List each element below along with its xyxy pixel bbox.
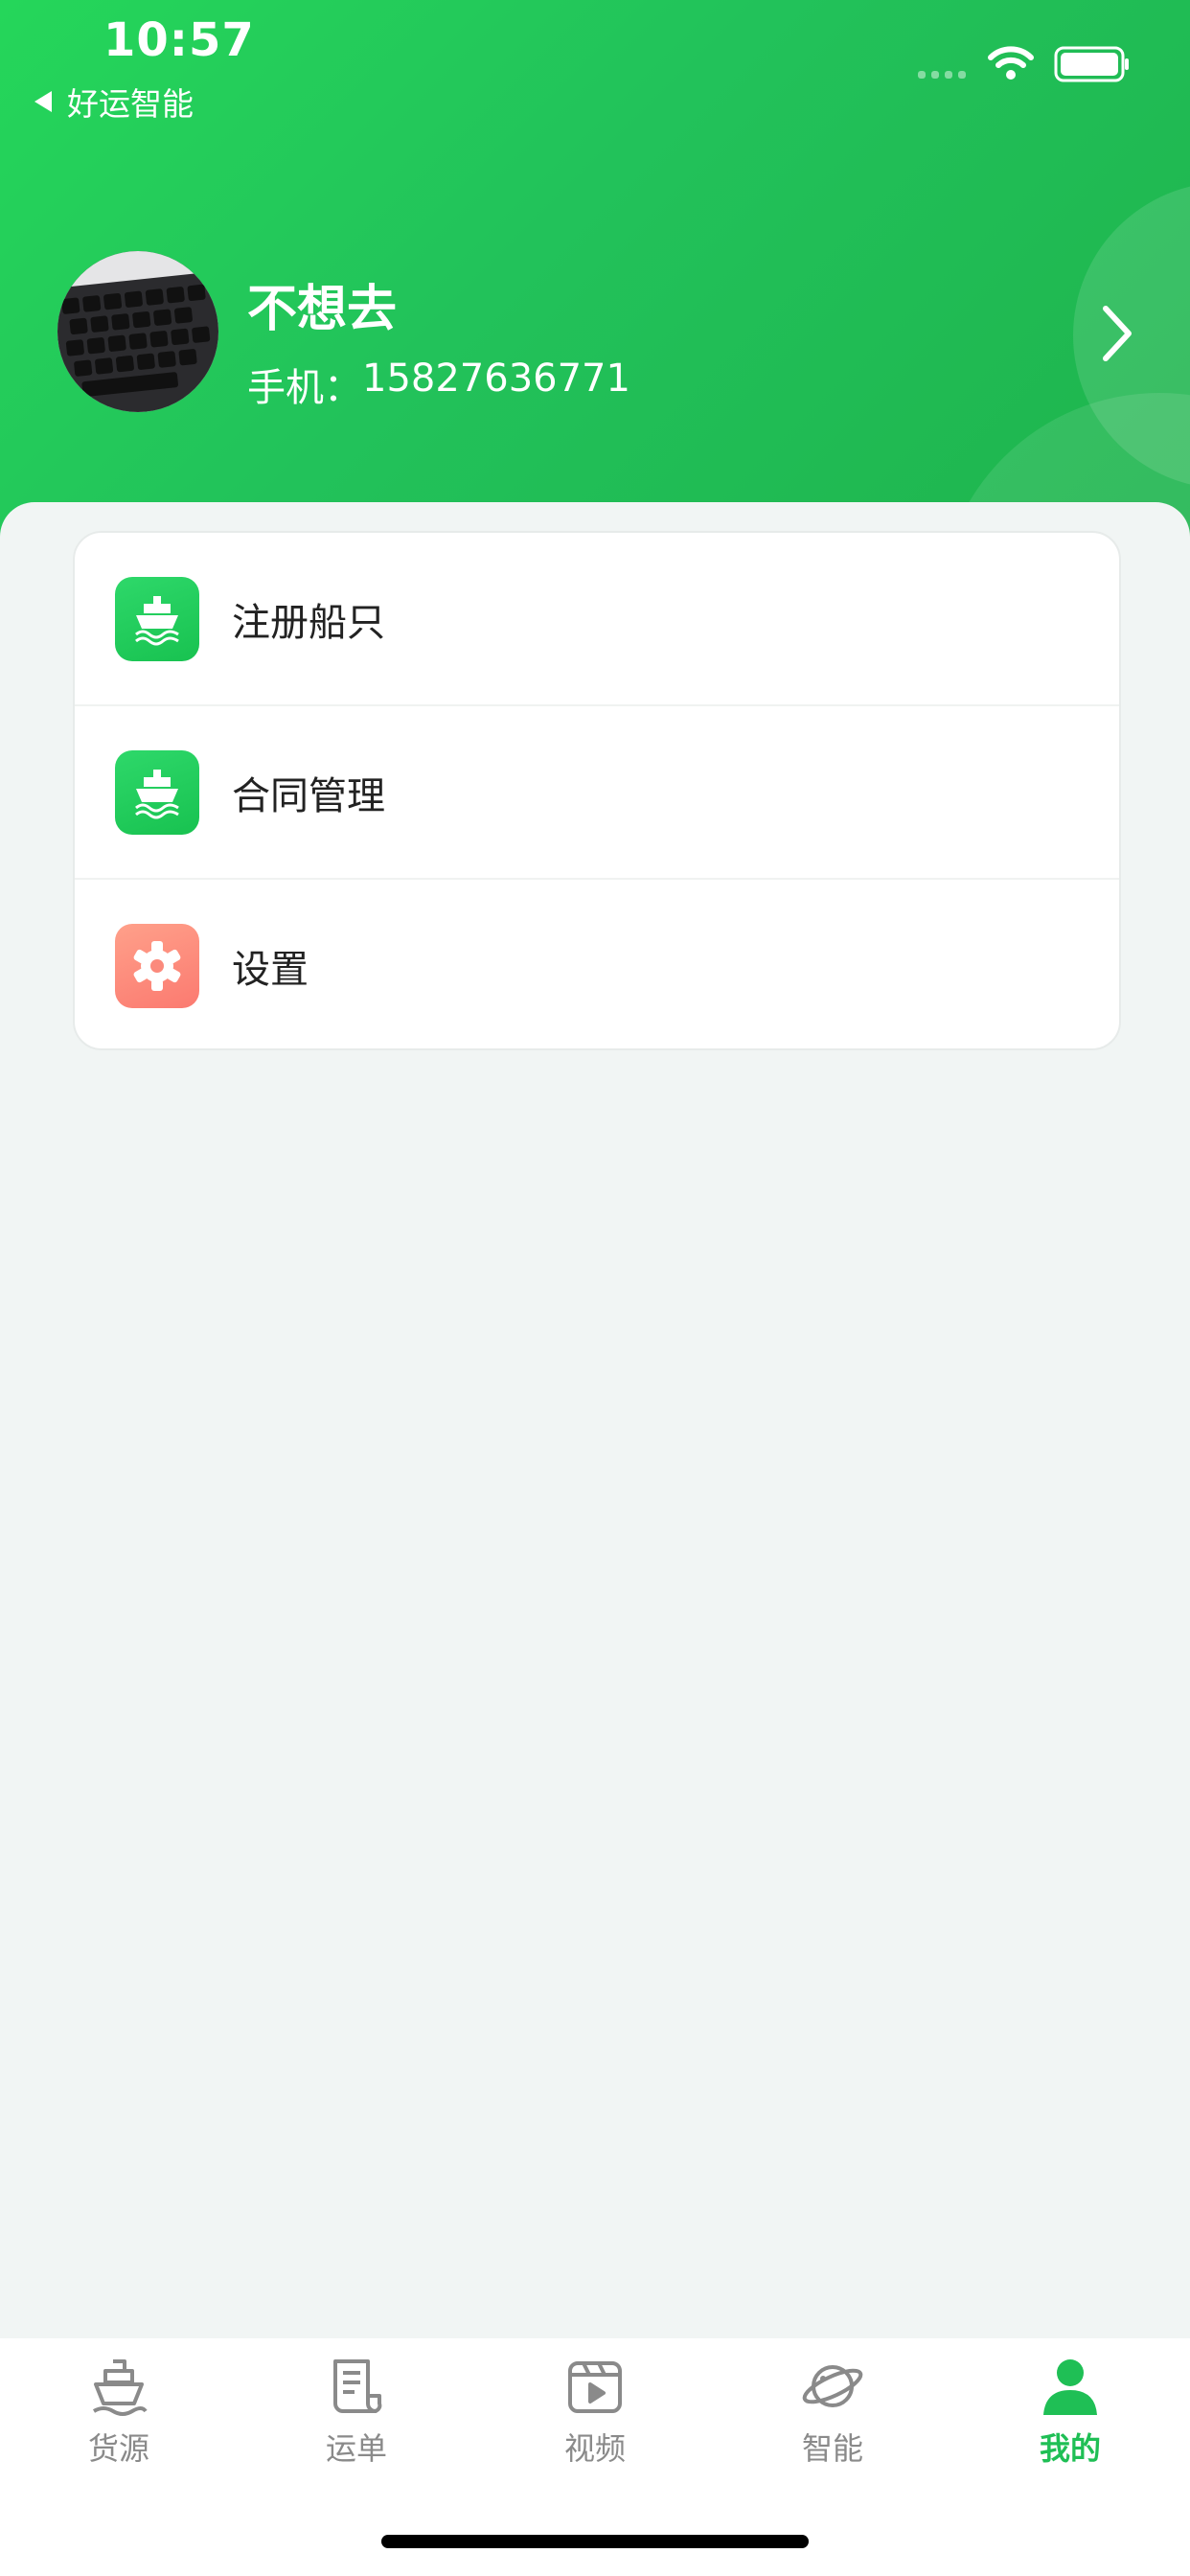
battery-icon bbox=[1054, 46, 1129, 82]
back-arrow-icon bbox=[34, 91, 52, 112]
person-icon bbox=[1038, 2354, 1103, 2419]
wifi-icon bbox=[988, 46, 1034, 80]
tab-label: 运单 bbox=[325, 2430, 387, 2467]
planet-icon bbox=[800, 2354, 865, 2419]
ship-icon bbox=[115, 750, 199, 835]
tab-mine[interactable]: 我的 bbox=[994, 2354, 1147, 2469]
ship-icon bbox=[86, 2354, 151, 2419]
chevron-right-icon[interactable] bbox=[1098, 303, 1136, 364]
menu-item-label: 注册船只 bbox=[232, 600, 385, 645]
profile-header: 10:57 好运智能 不想去 手机： 15827636771 bbox=[0, 0, 1190, 537]
menu-item-label: 设置 bbox=[232, 947, 309, 992]
document-icon bbox=[324, 2354, 389, 2419]
avatar[interactable] bbox=[57, 251, 218, 412]
menu-item-contract-management[interactable]: 合同管理 bbox=[75, 704, 1119, 878]
tab-smart[interactable]: 智能 bbox=[756, 2354, 909, 2469]
ship-icon bbox=[115, 577, 199, 661]
tab-label: 我的 bbox=[1039, 2430, 1101, 2467]
tab-label: 视频 bbox=[563, 2430, 626, 2467]
menu-card: 注册船只 合同管理 设置 bbox=[73, 531, 1121, 1050]
back-to-app-link[interactable]: 好运智能 bbox=[34, 79, 194, 125]
status-time: 10:57 bbox=[103, 13, 255, 67]
tab-label: 货源 bbox=[87, 2430, 149, 2467]
tab-video[interactable]: 视频 bbox=[518, 2354, 672, 2469]
menu-item-settings[interactable]: 设置 bbox=[75, 878, 1119, 1048]
menu-item-register-ship[interactable]: 注册船只 bbox=[75, 533, 1119, 704]
home-indicator bbox=[381, 2535, 809, 2548]
cellular-signal-icon bbox=[918, 71, 966, 79]
phone-number: 15827636771 bbox=[362, 356, 630, 401]
phone-label: 手机： bbox=[247, 366, 362, 410]
back-app-label: 好运智能 bbox=[67, 85, 194, 123]
tab-label: 智能 bbox=[801, 2430, 863, 2467]
user-phone: 手机： 15827636771 bbox=[247, 356, 630, 412]
keyboard-photo-icon bbox=[57, 251, 218, 412]
video-icon bbox=[562, 2354, 628, 2419]
tab-waybill[interactable]: 运单 bbox=[280, 2354, 433, 2469]
gear-icon bbox=[115, 924, 199, 1008]
menu-item-label: 合同管理 bbox=[232, 773, 385, 818]
user-name: 不想去 bbox=[247, 281, 398, 338]
tab-cargo[interactable]: 货源 bbox=[42, 2354, 195, 2469]
